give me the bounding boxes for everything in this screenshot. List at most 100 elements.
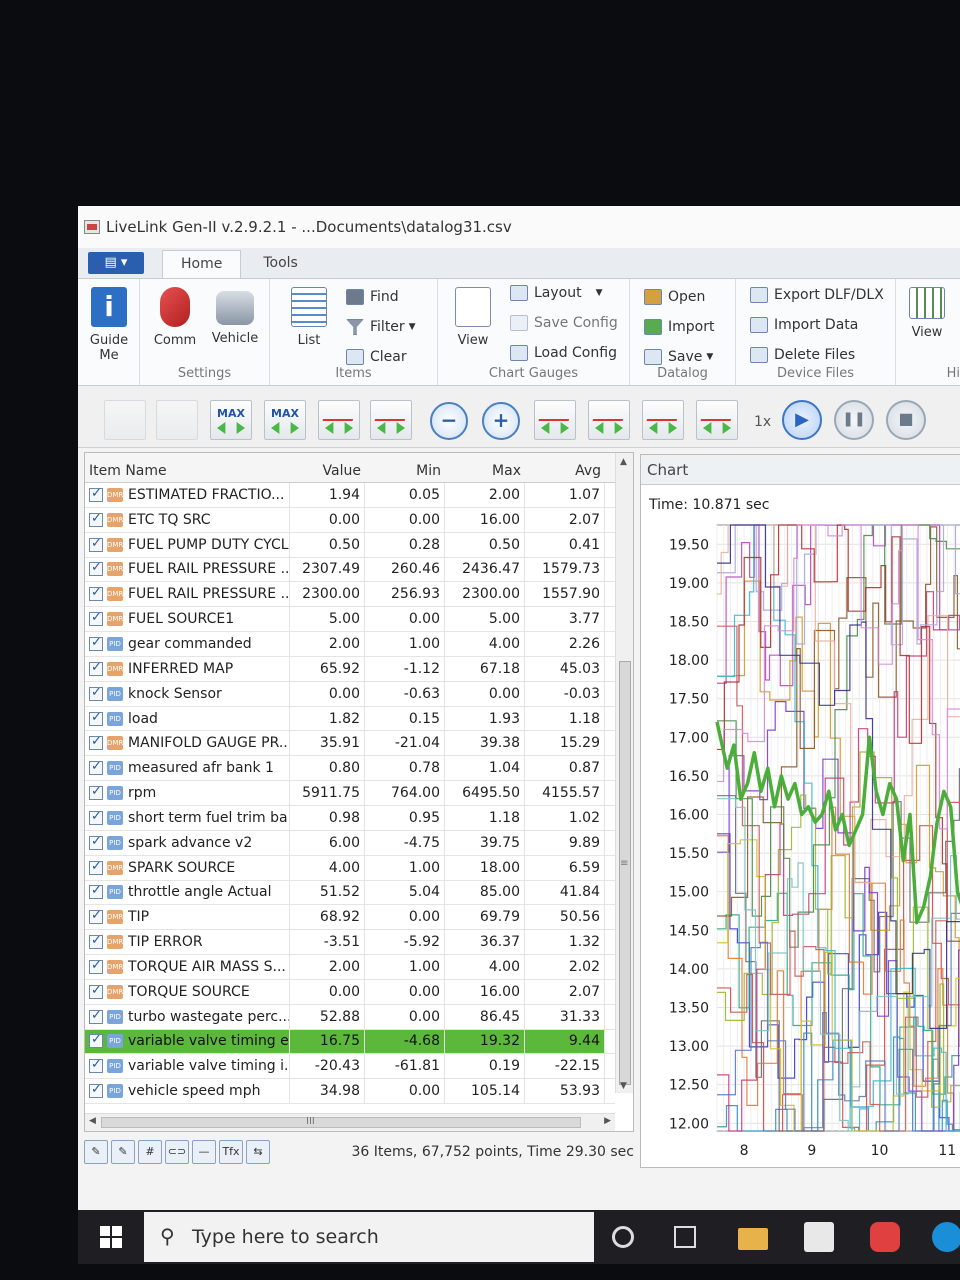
item-name-cell[interactable]: DMR ETC TQ SRC	[85, 507, 290, 532]
checkbox[interactable]	[89, 759, 103, 776]
table-row[interactable]: DMRFUEL SOURCE15.000.005.003.77	[85, 607, 615, 633]
table-row[interactable]: PIDknock Sensor0.00-0.630.00-0.03	[85, 681, 615, 707]
table-row[interactable]: DMR INFERRED MAP 65.92-1.1267.1845.03	[85, 656, 615, 682]
header-min[interactable]: Min	[365, 463, 445, 479]
checkbox[interactable]	[89, 883, 103, 900]
find-button[interactable]: Find	[346, 285, 399, 309]
checkbox[interactable]	[89, 734, 103, 751]
view2-button[interactable]: View	[902, 287, 952, 340]
edit-icon-1[interactable]: ✎	[84, 1140, 108, 1164]
stop-button[interactable]: ■	[886, 400, 926, 440]
list-button[interactable]: List	[284, 287, 334, 348]
chart-expand-button[interactable]	[318, 400, 360, 440]
pan-right-button[interactable]	[588, 400, 630, 440]
table-row[interactable]: DMRFUEL PUMP DUTY CYCLE0.500.280.500.41	[85, 532, 615, 558]
taskbar-search[interactable]: ⚲ Type here to search	[144, 1212, 594, 1262]
table-row[interactable]: DMR TIP ERROR -3.51-5.9236.371.32	[85, 930, 615, 956]
table-row[interactable]: DMR ESTIMATED FRACTIO... 1.940.052.001.07	[85, 483, 615, 508]
hash-icon[interactable]: #	[138, 1140, 162, 1164]
item-name-cell[interactable]: DMR ESTIMATED FRACTIO...	[85, 483, 290, 507]
table-row[interactable]: DMR TORQUE AIR MASS S...2.001.004.002.02	[85, 955, 615, 980]
item-name-cell[interactable]: DMR TORQUE AIR MASS S...	[85, 955, 290, 979]
table-row[interactable]: DMR FUEL RAIL PRESSURE ...2307.49260.4624…	[85, 557, 615, 583]
item-name-cell[interactable]: PID load	[85, 706, 290, 731]
table-row[interactable]: DMR TIP 68.920.0069.7950.56	[85, 905, 615, 931]
checkbox[interactable]	[89, 1082, 103, 1099]
header-value[interactable]: Value	[290, 463, 365, 479]
step-forward-button[interactable]	[696, 400, 738, 440]
device-icon-2[interactable]	[156, 400, 198, 440]
filter-button[interactable]: Filter ▼	[346, 315, 416, 339]
comm-button[interactable]: Comm	[150, 287, 200, 348]
item-name-cell[interactable]: DMR INFERRED MAP	[85, 656, 290, 681]
checkbox[interactable]	[89, 859, 103, 875]
table-row[interactable]: DMRETC TQ SRC0.000.0016.002.07	[85, 507, 615, 533]
guide-me-button[interactable]: i Guide Me	[84, 287, 134, 363]
item-name-cell[interactable]: PID knock Sensor	[85, 681, 290, 706]
checkbox[interactable]	[89, 635, 103, 651]
horizontal-scrollbar[interactable]: ◀ III ▶	[85, 1113, 615, 1131]
windows-start-icon[interactable]	[100, 1226, 122, 1248]
vivaldi-icon[interactable]	[870, 1222, 900, 1252]
checkbox[interactable]	[89, 536, 103, 552]
checkbox[interactable]	[89, 1057, 103, 1074]
open-button[interactable]: Open	[644, 285, 705, 309]
vertical-scrollbar[interactable]: ▲ ≡ ▼	[615, 453, 633, 1093]
header-max[interactable]: Max	[445, 463, 525, 479]
item-name-cell[interactable]: PID turbo wastegate perc...	[85, 1004, 290, 1029]
table-row[interactable]: PID measured afr bank 1 0.800.781.040.87	[85, 756, 615, 782]
checkbox[interactable]	[89, 486, 103, 502]
header-item-name[interactable]: Item Name	[85, 463, 290, 479]
item-name-cell[interactable]: DMR TIP ERROR	[85, 930, 290, 955]
item-name-cell[interactable]: DMR FUEL RAIL PRESSURE ...	[85, 557, 290, 582]
save-config-button[interactable]: Save Config	[510, 311, 618, 335]
checkbox[interactable]	[89, 834, 103, 850]
checkbox[interactable]	[89, 983, 103, 999]
chart-canvas[interactable]: 12.00 12.50 13.00 13.50 14.00 14.50 15.00 15.50…	[641, 455, 960, 1169]
zoom-out-button[interactable]: −	[430, 402, 468, 440]
vehicle-button[interactable]: Vehicle	[210, 287, 260, 346]
link-icon[interactable]: ⊂⊃	[165, 1140, 189, 1164]
max-up-button[interactable]: MAX	[264, 400, 306, 440]
item-name-cell[interactable]: PID gear commanded	[85, 632, 290, 656]
scroll-right-icon[interactable]: ▶	[604, 1116, 611, 1126]
pan-left-button[interactable]	[534, 400, 576, 440]
checkbox[interactable]	[89, 933, 103, 950]
item-name-cell[interactable]: DMR TIP	[85, 905, 290, 930]
scroll-down-icon[interactable]: ▼	[620, 1081, 627, 1091]
device-icon-1[interactable]	[104, 400, 146, 440]
load-config-button[interactable]: Load Config	[510, 341, 617, 365]
item-name-cell[interactable]: DMR SPARK SOURCE	[85, 855, 290, 880]
scroll-left-icon[interactable]: ◀	[89, 1116, 96, 1126]
checkbox[interactable]	[89, 784, 103, 801]
table-row[interactable]: PID vehicle speed mph 34.980.00105.1453.93	[85, 1079, 615, 1105]
tab-tools[interactable]: Tools	[245, 250, 316, 278]
table-row[interactable]: PID variable valve timing e...16.75-4.681…	[85, 1029, 615, 1055]
step-back-button[interactable]	[642, 400, 684, 440]
checkbox[interactable]	[89, 560, 103, 577]
edit-icon-2[interactable]: ✎	[111, 1140, 135, 1164]
item-name-cell[interactable]: PID variable valve timing e...	[85, 1029, 290, 1054]
table-row[interactable]: PID throttle angle Actual 51.525.0485.0041…	[85, 880, 615, 906]
item-name-cell[interactable]: PID rpm	[85, 781, 290, 805]
cortana-icon[interactable]	[612, 1226, 634, 1248]
checkbox[interactable]	[89, 660, 103, 676]
import-data-button[interactable]: Import Data	[750, 313, 858, 337]
checkbox[interactable]	[89, 1032, 103, 1049]
scroll-up-icon[interactable]: ▲	[620, 457, 627, 467]
table-row[interactable]: PID spark advance v2 6.00-4.7539.759.89	[85, 830, 615, 856]
item-name-cell[interactable]: PID vehicle speed mph	[85, 1079, 290, 1104]
file-explorer-icon[interactable]	[738, 1228, 768, 1250]
item-name-cell[interactable]: DMR TORQUE SOURCE	[85, 979, 290, 1004]
table-row[interactable]: PID variable valve timing i...-20.43-61.8…	[85, 1054, 615, 1080]
export-button[interactable]: Export DLF/DLX	[750, 283, 884, 307]
edge-icon[interactable]	[932, 1222, 960, 1252]
table-row[interactable]: DMR MANIFOLD GAUGE PR...35.91-21.0439.381…	[85, 731, 615, 757]
table-row[interactable]: DMRFUEL RAIL PRESSURE ...2300.00256.9323…	[85, 582, 615, 608]
item-name-cell[interactable]: DMR FUEL RAIL PRESSURE ...	[85, 582, 290, 607]
horizontal-scroll-thumb[interactable]: III	[101, 1116, 581, 1128]
item-name-cell[interactable]: PID throttle angle Actual	[85, 880, 290, 905]
item-name-cell[interactable]: DMR FUEL SOURCE1	[85, 607, 290, 632]
item-name-cell[interactable]: DMR MANIFOLD GAUGE PR...	[85, 731, 290, 756]
table-row[interactable]: PID gear commanded 2.001.004.002.26	[85, 632, 615, 657]
